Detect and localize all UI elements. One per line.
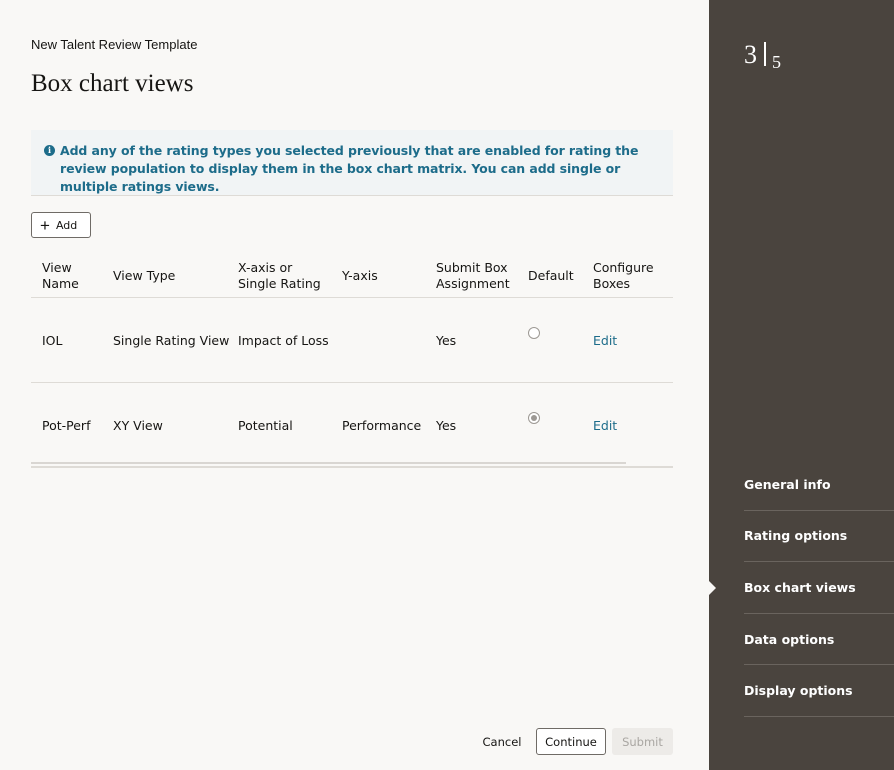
- step-rating-options[interactable]: Rating options: [744, 511, 894, 563]
- default-radio[interactable]: [528, 327, 540, 339]
- column-header-view-type[interactable]: View Type: [113, 268, 175, 284]
- main-panel: New Talent Review Template Box chart vie…: [0, 0, 709, 770]
- step-divider: [764, 42, 766, 66]
- cell-submit-box-assignment: Yes: [436, 418, 457, 433]
- horizontal-scrollbar[interactable]: [31, 462, 626, 464]
- add-button-label: Add: [55, 218, 78, 232]
- cancel-button[interactable]: Cancel: [478, 728, 526, 755]
- train-stop-sidebar: 3 5 General info Rating options Box char…: [708, 0, 894, 770]
- page-title: Box chart views: [31, 70, 194, 97]
- table-header: View Name View Type X-axis or Single Rat…: [31, 252, 673, 298]
- continue-button[interactable]: Continue: [536, 728, 606, 755]
- step-data-options[interactable]: Data options: [744, 614, 894, 666]
- cell-x-axis: Impact of Loss: [238, 333, 329, 348]
- cell-y-axis: Performance: [342, 418, 422, 433]
- cell-submit-box-assignment: Yes: [436, 333, 457, 348]
- edit-link[interactable]: Edit: [593, 333, 617, 348]
- table-row[interactable]: IOL Single Rating View Impact of Loss Ye…: [31, 298, 673, 383]
- submit-button[interactable]: Submit: [612, 728, 673, 755]
- cell-view-name: IOL: [42, 333, 63, 348]
- table-bottom-divider: [31, 466, 673, 467]
- column-header-view-name[interactable]: View Name: [42, 260, 79, 292]
- table-row[interactable]: Pot-Perf XY View Potential Performance Y…: [31, 383, 673, 468]
- page-subtitle: New Talent Review Template: [31, 37, 198, 52]
- step-counter: 3 5: [744, 40, 781, 73]
- plus-icon: +: [40, 215, 50, 235]
- column-header-submit-box-assignment[interactable]: Submit Box Assignment: [436, 260, 510, 292]
- step-box-chart-views[interactable]: Box chart views: [744, 562, 894, 614]
- add-button[interactable]: + Add: [31, 212, 91, 238]
- edit-link[interactable]: Edit: [593, 418, 617, 433]
- cell-view-name: Pot-Perf: [42, 418, 91, 433]
- column-header-y-axis[interactable]: Y-axis: [342, 268, 378, 284]
- info-text: Add any of the rating types you selected…: [60, 143, 639, 194]
- cell-view-type: Single Rating View: [113, 333, 230, 348]
- column-header-x-axis[interactable]: X-axis or Single Rating: [238, 260, 321, 292]
- active-step-indicator-icon: [708, 580, 716, 596]
- info-message: i Add any of the rating types you select…: [31, 130, 673, 196]
- cell-x-axis: Potential: [238, 418, 293, 433]
- info-icon: i: [44, 145, 55, 156]
- column-header-default[interactable]: Default: [528, 268, 574, 284]
- step-general-info[interactable]: General info: [744, 459, 894, 511]
- cell-view-type: XY View: [113, 418, 163, 433]
- step-navigation: General info Rating options Box chart vi…: [744, 459, 894, 717]
- default-radio-selected[interactable]: [528, 412, 540, 424]
- step-display-options[interactable]: Display options: [744, 665, 894, 717]
- current-step: 3: [744, 40, 757, 69]
- views-table: View Name View Type X-axis or Single Rat…: [31, 252, 673, 468]
- column-header-configure-boxes[interactable]: Configure Boxes: [593, 260, 654, 292]
- total-steps: 5: [772, 52, 781, 72]
